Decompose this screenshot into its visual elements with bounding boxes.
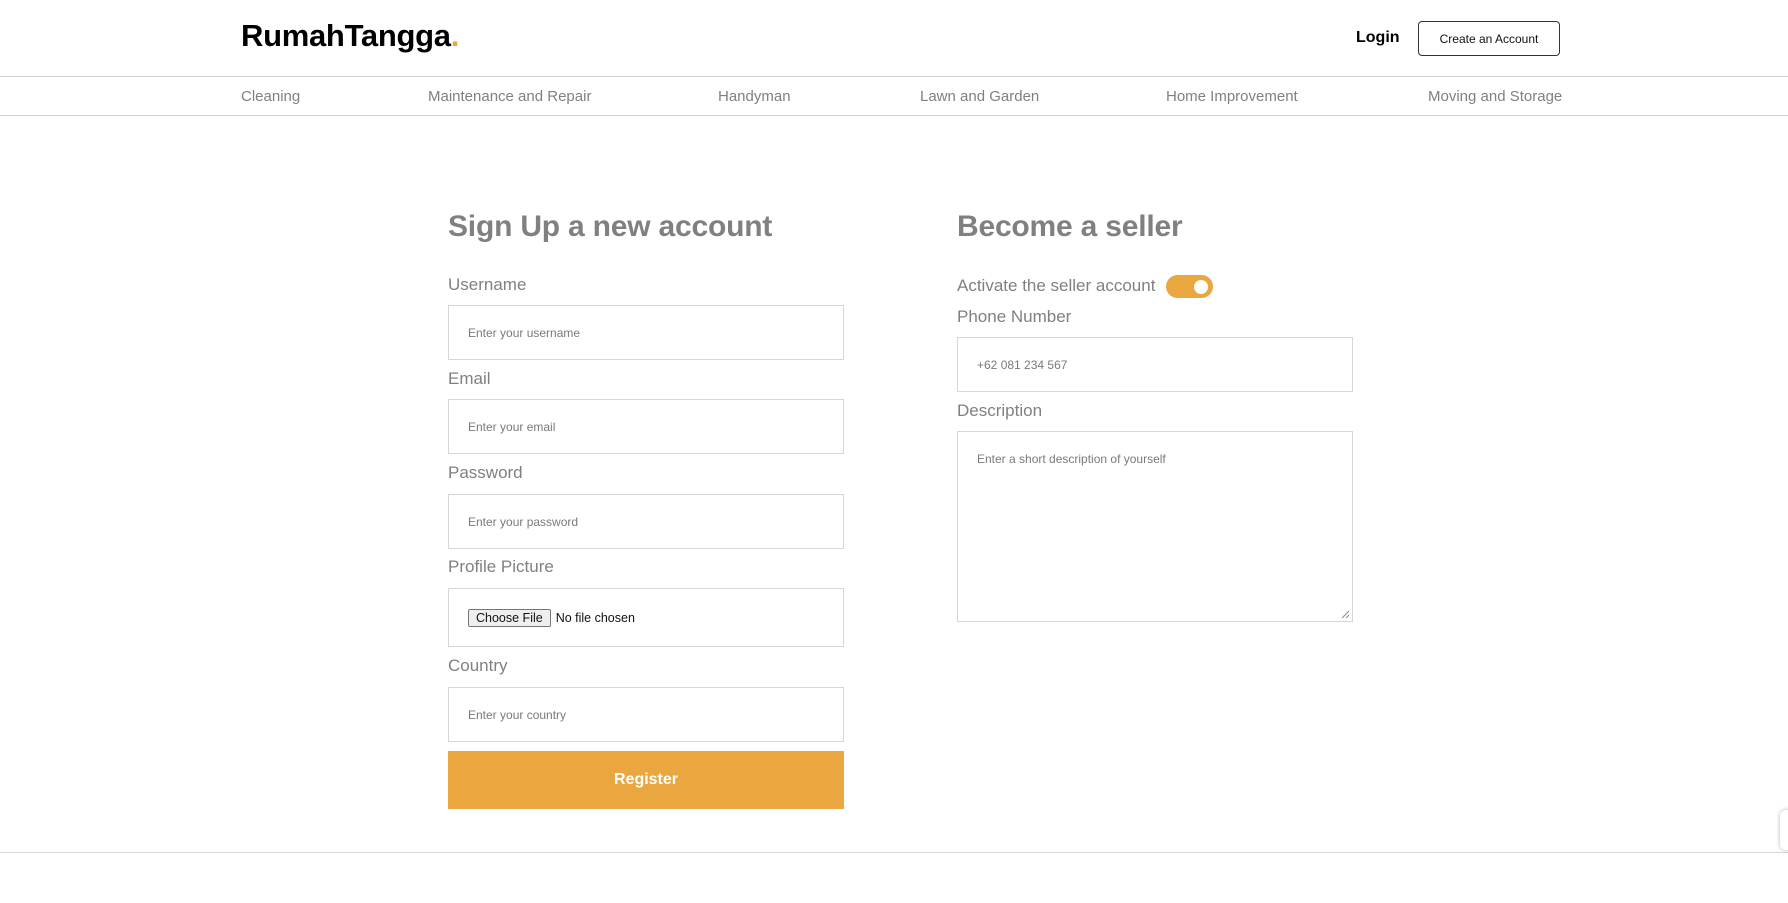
country-label: Country: [448, 656, 508, 675]
category-handyman[interactable]: Handyman: [718, 88, 791, 105]
no-file-chosen-text: No file chosen: [555, 610, 635, 625]
username-placeholder: Enter your username: [468, 325, 581, 340]
brand-logo-dot: .: [450, 18, 460, 53]
side-widget-tab[interactable]: [1780, 810, 1788, 850]
register-button[interactable]: Register: [448, 751, 844, 809]
email-input[interactable]: Enter your email: [448, 399, 844, 454]
create-account-button[interactable]: Create an Account: [1418, 21, 1560, 56]
brand-logo-text: RumahTangga: [241, 18, 451, 53]
top-header: RumahTangga. Login Create an Account: [0, 0, 1788, 77]
category-moving-and-storage[interactable]: Moving and Storage: [1428, 88, 1562, 105]
phone-number-input[interactable]: +62 081 234 567: [957, 337, 1353, 392]
description-textarea[interactable]: Enter a short description of yourself: [957, 431, 1353, 622]
activate-seller-label: Activate the seller account: [957, 276, 1156, 295]
resize-grip-icon[interactable]: [1341, 610, 1350, 619]
login-link[interactable]: Login: [1356, 29, 1400, 47]
country-placeholder: Enter your country: [468, 707, 567, 722]
category-cleaning[interactable]: Cleaning: [241, 88, 300, 105]
category-lawn-and-garden[interactable]: Lawn and Garden: [920, 88, 1039, 105]
category-maintenance-and-repair[interactable]: Maintenance and Repair: [428, 88, 591, 105]
phone-number-placeholder: +62 081 234 567: [977, 357, 1068, 372]
email-label: Email: [448, 369, 491, 388]
profile-picture-label: Profile Picture: [448, 557, 554, 576]
password-label: Password: [448, 463, 523, 482]
email-placeholder: Enter your email: [468, 419, 556, 434]
username-label: Username: [448, 275, 527, 294]
footer-divider: [0, 852, 1788, 853]
toggle-knob: [1194, 280, 1208, 294]
profile-picture-file-input: Choose File No file chosen: [448, 588, 844, 647]
signup-title: Sign Up a new account: [448, 210, 773, 243]
description-placeholder: Enter a short description of yourself: [977, 452, 1166, 466]
seller-title: Become a seller: [957, 210, 1183, 243]
username-input[interactable]: Enter your username: [448, 305, 844, 360]
category-home-improvement[interactable]: Home Improvement: [1166, 88, 1298, 105]
phone-number-label: Phone Number: [957, 307, 1072, 326]
password-placeholder: Enter your password: [468, 514, 579, 529]
country-input[interactable]: Enter your country: [448, 687, 844, 742]
brand-logo[interactable]: RumahTangga.: [241, 18, 459, 54]
choose-file-button[interactable]: Choose File: [468, 608, 551, 627]
password-input[interactable]: Enter your password: [448, 494, 844, 549]
description-label: Description: [957, 401, 1043, 420]
category-nav: Cleaning Maintenance and Repair Handyman…: [0, 77, 1788, 116]
seller-toggle-switch[interactable]: [1166, 275, 1213, 298]
